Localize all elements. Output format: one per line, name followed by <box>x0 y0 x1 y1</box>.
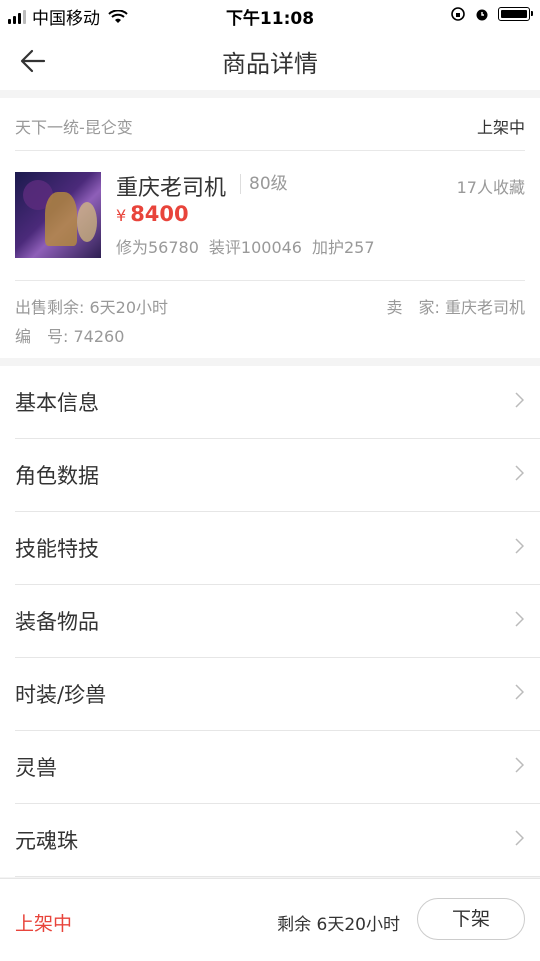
sale-remaining: 出售剩余: 6天20小时 <box>15 298 169 317</box>
menu-item-label: 元魂珠 <box>15 829 78 853</box>
status-bar: 中国移动 下午11:08 <box>0 0 540 30</box>
chevron-right-icon <box>515 684 524 700</box>
character-stats: 修为56780 装评100046 加护257 <box>116 234 385 258</box>
serial-number: 编 号: 74260 <box>15 327 125 346</box>
product-card: 天下一统-昆仑变 上架中 重庆老司机 80级 17人收藏 ¥8400 修为567… <box>0 98 540 358</box>
menu-item-equipment[interactable]: 装备物品 <box>15 585 540 658</box>
chevron-right-icon <box>515 830 524 846</box>
page-title: 商品详情 <box>222 50 318 78</box>
chevron-right-icon <box>515 465 524 481</box>
stat-cultivation: 修为56780 <box>116 238 199 257</box>
status-right <box>450 6 533 22</box>
alarm-icon <box>476 9 488 21</box>
footer-status: 上架中 <box>15 913 73 935</box>
menu-item-basic-info[interactable]: 基本信息 <box>15 366 540 439</box>
stat-gear-score: 装评100046 <box>208 238 302 257</box>
menu-item-fashion-pets[interactable]: 时装/珍兽 <box>15 658 540 731</box>
character-thumbnail <box>15 172 101 258</box>
menu-item-label: 时装/珍兽 <box>15 683 107 707</box>
seller-name: 卖 家: 重庆老司机 <box>386 298 525 317</box>
delist-button[interactable]: 下架 <box>417 898 525 940</box>
nav-bar: 商品详情 <box>0 30 540 90</box>
stat-protection: 加护257 <box>312 238 375 257</box>
product-card-header: 天下一统-昆仑变 上架中 <box>15 98 525 151</box>
detail-menu: 基本信息 角色数据 技能特技 装备物品 时装/珍兽 灵兽 元魂珠 <box>0 366 540 877</box>
bottom-action-bar: 上架中 剩余 6天20小时 下架 <box>0 878 540 961</box>
menu-item-soul-orb[interactable]: 元魂珠 <box>15 804 540 877</box>
battery-icon <box>498 7 533 21</box>
menu-item-skills[interactable]: 技能特技 <box>15 512 540 585</box>
rotation-lock-icon <box>451 7 465 21</box>
menu-item-character-data[interactable]: 角色数据 <box>15 439 540 512</box>
menu-item-label: 灵兽 <box>15 756 57 780</box>
menu-item-label: 角色数据 <box>15 464 99 488</box>
chevron-right-icon <box>515 611 524 627</box>
chevron-right-icon <box>515 392 524 408</box>
server-name: 天下一统-昆仑变 <box>15 118 133 137</box>
favorites-count: 17人收藏 <box>456 178 525 197</box>
menu-item-label: 基本信息 <box>15 391 99 415</box>
listing-status: 上架中 <box>476 118 525 137</box>
price-value: 8400 <box>130 202 189 226</box>
menu-item-label: 装备物品 <box>15 610 99 634</box>
currency-symbol: ¥ <box>116 206 127 225</box>
character-level: 80级 <box>240 174 288 194</box>
chevron-right-icon <box>515 538 524 554</box>
menu-item-label: 技能特技 <box>15 537 99 561</box>
character-name: 重庆老司机 <box>116 176 227 201</box>
menu-item-spirit-beast[interactable]: 灵兽 <box>15 731 540 804</box>
chevron-right-icon <box>515 757 524 773</box>
footer-remaining: 剩余 6天20小时 <box>277 915 400 935</box>
price: ¥8400 <box>116 202 189 226</box>
divider <box>15 280 525 281</box>
